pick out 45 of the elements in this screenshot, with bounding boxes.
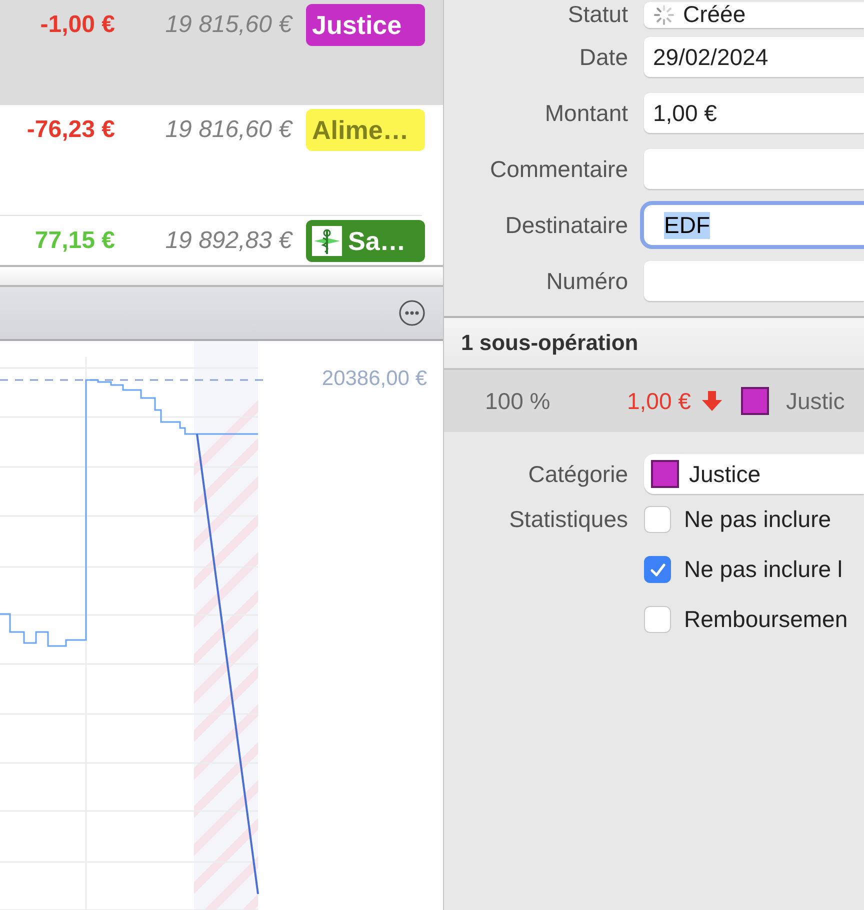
spinner-icon (653, 4, 675, 26)
balance: 19 815,60 € (164, 10, 292, 40)
category-value: Justice (689, 460, 761, 488)
field-label: Date (578, 44, 628, 70)
percent: 100 % (485, 388, 552, 414)
more-icon[interactable] (399, 300, 425, 326)
max-balance-label: 20386,00 € (322, 367, 427, 390)
amount: -1,00 € (39, 10, 115, 40)
balance: 19 892,83 € (164, 226, 292, 256)
field-label: Numéro (545, 268, 628, 294)
checkmark-icon (648, 560, 666, 578)
status-value: Créée (683, 1, 746, 28)
input-field[interactable]: 29/02/2024 (644, 37, 864, 77)
category-popup[interactable]: Justice (644, 454, 864, 494)
amount: -76,23 € (26, 115, 115, 145)
category-name: Justic (786, 388, 845, 414)
field-label: Catégorie (527, 460, 628, 488)
field-label: Statut (566, 1, 628, 28)
pharmacy-cross-icon (312, 226, 342, 256)
field-label: Statistiques (508, 505, 628, 534)
input-field[interactable] (644, 149, 864, 189)
sub-operation-row[interactable]: 100 % 1,00 € Justic (444, 370, 864, 432)
input-field[interactable]: EDF (644, 205, 864, 245)
category-label: Alime… (312, 114, 409, 146)
input-field[interactable]: 1,00 € (644, 93, 864, 133)
checkbox-label: Ne pas inclure l (684, 556, 843, 583)
category-label: Sa… (348, 226, 406, 256)
checkbox-label: Ne pas inclure (684, 506, 832, 533)
category-label: Justice (312, 10, 402, 40)
field-label: Commentaire (488, 156, 628, 182)
checkbox[interactable] (644, 556, 671, 583)
checkbox[interactable] (644, 506, 671, 533)
amount: 77,15 € (34, 226, 115, 256)
transaction-row[interactable]: 77,15 € 19 892,83 € Sa… (0, 216, 443, 265)
transaction-row[interactable]: -1,00 € 19 815,60 € Justice (0, 0, 443, 105)
field-label: Destinataire (504, 212, 628, 238)
amount: 1,00 € (627, 388, 691, 414)
field-label: Montant (544, 100, 628, 126)
balance: 19 816,60 € (164, 115, 292, 145)
checkbox[interactable] (644, 606, 671, 633)
transaction-row[interactable]: -76,23 € 19 816,60 € Alime… (0, 105, 443, 215)
checkbox-label: Remboursemen (684, 606, 848, 633)
input-field[interactable] (644, 261, 864, 301)
status-popup[interactable]: Créée (644, 2, 864, 28)
section-header: 1 sous-opération (444, 316, 864, 370)
